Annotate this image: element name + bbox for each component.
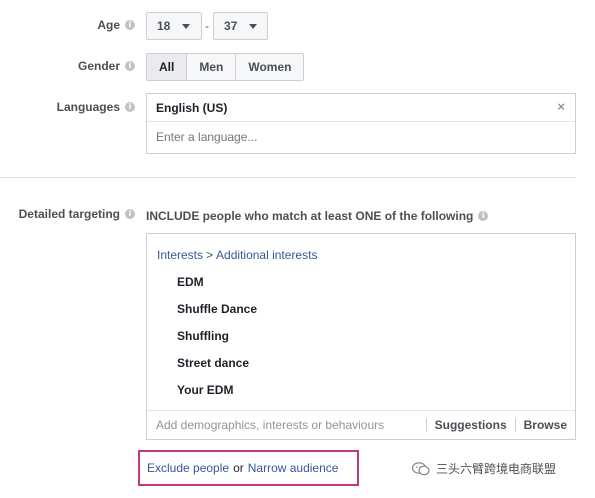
interest-item[interactable]: EDM [177, 275, 204, 289]
include-text: INCLUDE people who match at least ONE of… [146, 209, 489, 223]
watermark: 三头六臂跨境电商联盟 [412, 460, 556, 477]
age-label: Age i [97, 18, 135, 32]
section-divider [0, 177, 576, 178]
info-icon[interactable]: i [125, 102, 135, 112]
detailed-targeting-label-text: Detailed targeting [18, 207, 120, 221]
browse-button[interactable]: Browse [514, 418, 575, 432]
language-chip: English (US) × [147, 94, 575, 122]
detailed-targeting-label: Detailed targeting i [19, 207, 135, 221]
age-min-value: 18 [157, 19, 171, 33]
watermark-text: 三头六臂跨境电商联盟 [436, 462, 557, 476]
gender-label: Gender i [78, 59, 135, 73]
close-icon[interactable]: × [557, 99, 565, 114]
languages-label-text: Languages [56, 100, 120, 114]
gender-all-button[interactable]: All [147, 54, 188, 80]
detailed-targeting-box: Interests > Additional interests EDM Shuff… [146, 233, 576, 440]
age-separator: - [205, 19, 209, 33]
age-min-select[interactable]: 18 [146, 12, 202, 40]
exclude-people-link[interactable]: Exclude people [147, 461, 229, 475]
breadcrumb: Interests > Additional interests [157, 248, 317, 262]
language-chip-label: English (US) [156, 100, 228, 115]
info-icon[interactable]: i [478, 211, 489, 221]
info-icon[interactable]: i [125, 20, 135, 30]
gender-men-button[interactable]: Men [187, 54, 237, 80]
wechat-icon [412, 461, 430, 475]
gender-women-button[interactable]: Women [236, 54, 304, 80]
age-max-select[interactable]: 37 [213, 12, 268, 40]
info-icon[interactable]: i [125, 209, 135, 219]
breadcrumb-additional-link[interactable]: Additional interests [216, 248, 317, 262]
narrow-audience-link[interactable]: Narrow audience [248, 461, 339, 475]
suggestions-button[interactable]: Suggestions [425, 418, 515, 432]
gender-segmented-control: All Men Women [146, 53, 305, 81]
include-text-label: INCLUDE people who match at least ONE of… [146, 209, 474, 223]
age-max-value: 37 [224, 19, 238, 33]
interest-item[interactable]: Street dance [177, 356, 249, 370]
interest-item[interactable]: Shuffling [177, 329, 229, 343]
languages-label: Languages i [57, 100, 135, 114]
languages-box: English (US) × [146, 93, 576, 154]
caret-down-icon [182, 23, 191, 29]
breadcrumb-separator: > [206, 248, 214, 262]
age-label-text: Age [97, 18, 120, 32]
caret-down-icon [249, 23, 258, 29]
or-text: or [233, 461, 244, 475]
targeting-input-row: Add demographics, interests or behaviour… [147, 410, 575, 439]
targeting-search-input[interactable]: Add demographics, interests or behaviour… [147, 418, 426, 432]
interest-item[interactable]: Your EDM [177, 383, 233, 397]
language-input[interactable] [156, 130, 556, 144]
gender-label-text: Gender [77, 59, 120, 73]
info-icon[interactable]: i [125, 61, 135, 71]
breadcrumb-interests-link[interactable]: Interests [157, 248, 203, 262]
exclude-narrow-highlight: Exclude people or Narrow audience [138, 450, 359, 486]
interest-item[interactable]: Shuffle Dance [177, 302, 257, 316]
